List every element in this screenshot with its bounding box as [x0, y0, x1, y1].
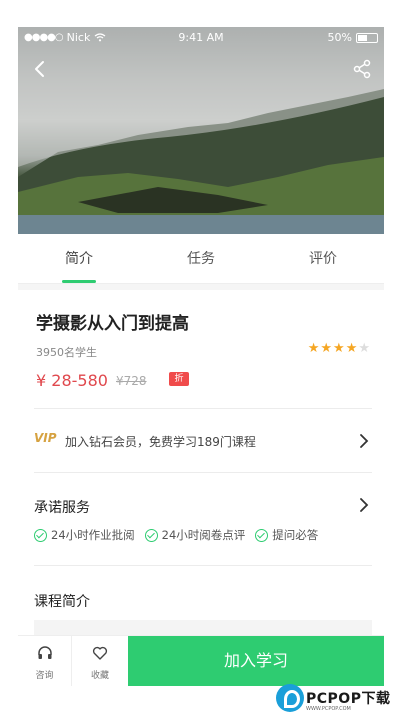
promise-item-label: 24小时阅卷点评	[161, 528, 246, 542]
section-separator	[18, 284, 384, 290]
favorite-label: 收藏	[90, 671, 109, 681]
chevron-right-icon	[360, 498, 369, 512]
course-cover-image: ●●●●○ Nick 9:41 AM 50%	[18, 27, 384, 234]
headphones-icon	[38, 646, 52, 659]
join-study-button[interactable]: 加入学习	[128, 636, 384, 686]
divider	[34, 472, 372, 473]
star-icon: ★	[333, 341, 345, 356]
promise-title: 承诺服务	[34, 500, 90, 516]
star-icon: ★	[320, 341, 333, 356]
tab-intro[interactable]: 简介	[18, 234, 140, 283]
watermark-url: WWW.PCPOP.COM	[306, 706, 351, 712]
battery-percent: 50%	[327, 31, 352, 44]
bottom-action-bar: 咨询 收藏 加入学习	[18, 635, 384, 686]
check-circle-icon	[34, 528, 47, 542]
tab-reviews[interactable]: 评价	[262, 234, 384, 283]
share-icon	[353, 59, 371, 79]
phone-screen: ●●●●○ Nick 9:41 AM 50% 简介 任务 评价 学摄影从入门到提…	[18, 27, 384, 690]
back-button[interactable]	[28, 57, 52, 81]
promise-item-label: 24小时作业批阅	[51, 528, 135, 542]
check-circle-icon	[144, 528, 158, 542]
heart-icon	[92, 646, 108, 660]
promise-item: 提问必答	[255, 527, 318, 543]
vip-icon: VIP	[34, 431, 57, 445]
course-title: 学摄影从入门到提高	[36, 314, 189, 334]
discount-badge: 折	[169, 372, 189, 386]
course-price: ¥ 28-580	[36, 371, 108, 390]
student-count: 3950名学生	[36, 346, 97, 359]
star-icon: ★	[345, 341, 358, 356]
vip-text: 加入钻石会员，免费学习189门课程	[65, 435, 256, 449]
tab-tasks[interactable]: 任务	[140, 234, 262, 283]
chevron-right-icon	[360, 434, 369, 448]
favorite-button[interactable]: 收藏	[73, 636, 127, 686]
promise-item: 24小时阅卷点评	[144, 527, 246, 543]
landscape-illustration	[18, 27, 384, 234]
star-icon: ★	[307, 341, 320, 356]
tab-bar: 简介 任务 评价	[18, 234, 384, 284]
promise-item-label: 提问必答	[272, 528, 319, 542]
consult-button[interactable]: 咨询	[18, 636, 72, 686]
promise-item: 24小时作业批阅	[34, 527, 135, 543]
watermark-brand: PCPOP下载	[306, 691, 391, 707]
divider	[34, 408, 372, 409]
star-empty-icon: ★	[358, 341, 370, 356]
promise-items: 24小时作业批阅 24小时阅卷点评 提问必答	[34, 527, 318, 543]
check-circle-icon	[255, 528, 269, 542]
original-price: ¥728	[116, 374, 147, 388]
consult-label: 咨询	[35, 671, 54, 681]
site-watermark: PCPOP下载 WWW.PCPOP.COM	[276, 684, 400, 718]
divider	[34, 565, 372, 566]
status-bar: ●●●●○ Nick 9:41 AM 50%	[18, 27, 384, 49]
battery-icon	[356, 32, 378, 43]
pcpop-logo-icon	[276, 684, 304, 712]
course-intro-title: 课程简介	[34, 594, 90, 610]
chevron-left-icon	[35, 61, 44, 77]
share-button[interactable]	[350, 57, 374, 81]
vip-membership-row[interactable]: VIP 加入钻石会员，免费学习189门课程	[18, 411, 384, 471]
rating-stars: ★ ★ ★ ★ ★	[308, 341, 370, 356]
